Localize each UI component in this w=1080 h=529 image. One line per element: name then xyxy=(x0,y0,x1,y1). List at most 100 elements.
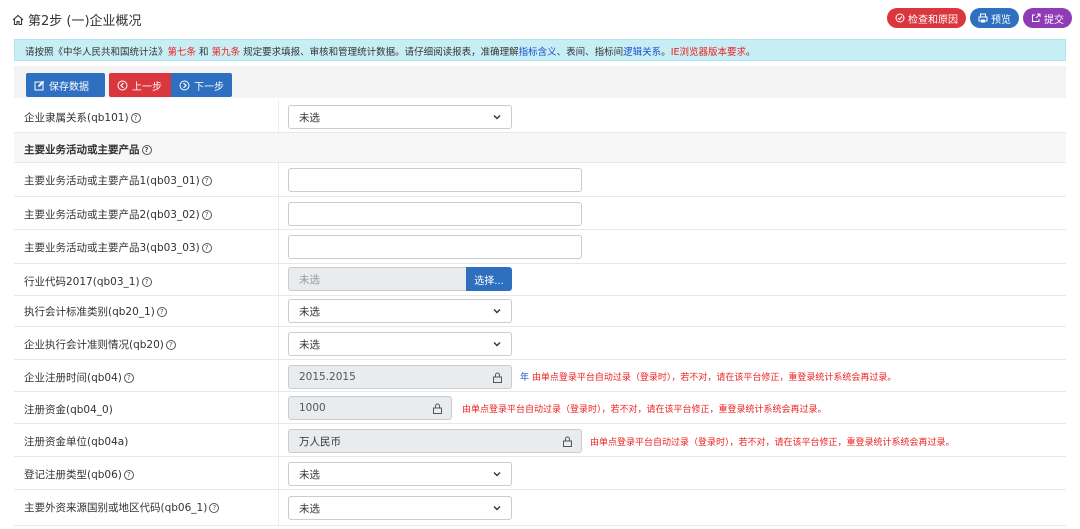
lock-icon xyxy=(493,372,502,383)
label-qb03_01-text: 主要业务活动或主要产品1(qb03_01) xyxy=(24,175,200,187)
prev-step-button[interactable]: 上一步 xyxy=(109,73,171,97)
auto-import-hint-text: 由单点登录平台自动过录（登录时），若不对，请在该平台修正，重登录统计系统会再过录… xyxy=(531,373,897,383)
label-qb03_02-text: 主要业务活动或主要产品2(qb03_02) xyxy=(24,209,200,221)
row-qb04: 企业注册时间(qb04)? 2015.2015 年 由单点登录平台自动过录（登录… xyxy=(14,360,1066,392)
select-qb20[interactable]: 未选 xyxy=(288,332,512,356)
row-qb101: 企业隶属关系(qb101)? 未选 xyxy=(14,100,1066,133)
label-qb20_1: 执行会计标准类别(qb20_1)? xyxy=(24,304,167,319)
row-qb03_1: 行业代码2017(qb03_1)? 未选 选择... xyxy=(14,264,1066,296)
form-toolbar: 保存数据 上一步 下一步 xyxy=(14,66,1066,98)
help-icon[interactable]: ? xyxy=(141,277,152,287)
year-unit: 年 xyxy=(520,373,530,383)
help-icon[interactable]: ? xyxy=(123,470,134,480)
lock-icon xyxy=(563,436,572,447)
section-heading-text: 主要业务活动或主要产品 xyxy=(24,144,140,156)
row-qb06: 登记注册类型(qb06)? 未选 xyxy=(14,457,1066,490)
help-icon[interactable]: ? xyxy=(141,145,152,155)
law-article-9-link[interactable]: 第九条 xyxy=(212,47,241,58)
next-step-label: 下一步 xyxy=(194,81,224,93)
label-qb04a: 注册资金单位(qb04a) xyxy=(24,434,128,449)
check-reasons-button[interactable]: 检查和原因 xyxy=(887,8,966,28)
label-qb101-text: 企业隶属关系(qb101) xyxy=(24,112,129,124)
edit-icon xyxy=(34,80,45,90)
law-article-7-link[interactable]: 第七条 xyxy=(168,47,197,58)
notice-banner: 请按照《中华人民共和国统计法》第七条 和 第九条 规定要求填报、审核和管理统计数… xyxy=(14,39,1066,61)
label-qb03_1: 行业代码2017(qb03_1)? xyxy=(24,274,152,289)
industry-code-field: 未选 xyxy=(288,267,468,291)
registration-time-value: 2015.2015 xyxy=(299,371,356,383)
input-qb03_02[interactable] xyxy=(288,202,582,226)
chevron-down-icon xyxy=(493,309,501,314)
help-icon[interactable]: ? xyxy=(209,503,220,513)
label-qb04-text: 企业注册时间(qb04) xyxy=(24,372,122,384)
logic-relation-link[interactable]: 逻辑关系 xyxy=(623,47,661,58)
registered-capital-field: 1000 xyxy=(288,396,452,420)
label-qb03_01: 主要业务活动或主要产品1(qb03_01)? xyxy=(24,173,212,188)
choose-industry-button[interactable]: 选择... xyxy=(466,267,512,291)
save-data-label: 保存数据 xyxy=(49,81,89,93)
input-qb03_03[interactable] xyxy=(288,235,582,259)
choose-industry-label: 选择... xyxy=(474,275,504,287)
label-qb03_03: 主要业务活动或主要产品3(qb03_03)? xyxy=(24,240,212,255)
select-qb06_1-value: 未选 xyxy=(299,502,320,515)
section-heading: 主要业务活动或主要产品? xyxy=(24,142,152,157)
help-icon[interactable]: ? xyxy=(130,113,141,123)
arrow-left-circle-icon xyxy=(117,80,128,90)
indicator-meaning-link[interactable]: 指标含义 xyxy=(519,47,557,58)
label-qb03_1-text: 行业代码2017(qb03_1) xyxy=(24,276,140,288)
help-icon[interactable]: ? xyxy=(156,307,167,317)
select-qb06_1[interactable]: 未选 xyxy=(288,496,512,520)
page-title-wrap: 第2步 (一)企业概况 xyxy=(12,10,142,29)
row-qb20_1: 执行会计标准类别(qb20_1)? 未选 xyxy=(14,296,1066,327)
submit-button[interactable]: 提交 xyxy=(1023,8,1072,28)
registered-capital-value: 1000 xyxy=(299,402,326,414)
label-qb04a-text: 注册资金单位(qb04a) xyxy=(24,436,129,448)
help-icon[interactable]: ? xyxy=(123,373,134,383)
label-qb06: 登记注册类型(qb06)? xyxy=(24,467,134,482)
select-qb06[interactable]: 未选 xyxy=(288,462,512,486)
help-icon[interactable]: ? xyxy=(165,340,176,350)
help-icon[interactable]: ? xyxy=(201,243,212,253)
select-qb20_1[interactable]: 未选 xyxy=(288,299,512,323)
auto-import-hint-text: 由单点登录平台自动过录（登录时），若不对，请在该平台修正，重登录统计系统会再过录… xyxy=(590,438,955,448)
arrow-right-circle-icon xyxy=(179,80,190,90)
row-qb04_0: 注册资金(qb04_0) 1000 由单点登录平台自动过录（登录时），若不对，请… xyxy=(14,392,1066,424)
help-icon[interactable]: ? xyxy=(201,176,212,186)
input-qb03_01[interactable] xyxy=(288,168,582,192)
chevron-down-icon xyxy=(493,115,501,120)
help-icon[interactable]: ? xyxy=(201,210,212,220)
label-qb03_03-text: 主要业务活动或主要产品3(qb03_03) xyxy=(24,242,200,254)
select-qb101[interactable]: 未选 xyxy=(288,105,512,129)
label-qb20: 企业执行会计准则情况(qb20)? xyxy=(24,337,176,352)
label-qb06_1: 主要外资来源国别或地区代码(qb06_1)? xyxy=(24,500,220,515)
label-qb06-text: 登记注册类型(qb06) xyxy=(24,469,122,481)
row-qb03_02: 主要业务活动或主要产品2(qb03_02)? xyxy=(14,197,1066,230)
label-qb06_1-text: 主要外资来源国别或地区代码(qb06_1) xyxy=(24,502,208,514)
notice-text-1: 请按照《中华人民共和国统计法》 xyxy=(25,47,168,58)
label-qb04_0-text: 注册资金(qb04_0) xyxy=(24,404,113,416)
next-step-button[interactable]: 下一步 xyxy=(171,73,232,97)
row-qb03_03: 主要业务活动或主要产品3(qb03_03)? xyxy=(14,230,1066,264)
label-qb04_0: 注册资金(qb04_0) xyxy=(24,402,113,417)
registration-time-field: 2015.2015 xyxy=(288,365,512,389)
row-qb20: 企业执行会计准则情况(qb20)? 未选 xyxy=(14,327,1066,360)
industry-code-value: 未选 xyxy=(299,273,320,286)
check-reasons-label: 检查和原因 xyxy=(908,14,958,26)
row-section-main-business: 主要业务活动或主要产品? xyxy=(14,133,1066,163)
notice-text-3: 规定要求填报、审核和管理统计数据。请仔细阅读报表，准确理解 xyxy=(240,47,519,58)
ie-version-link[interactable]: IE浏览器版本要求 xyxy=(671,47,746,58)
check-circle-icon xyxy=(895,13,905,23)
notice-text-2: 和 xyxy=(196,47,212,58)
prev-step-label: 上一步 xyxy=(132,81,162,93)
notice-text-5: 。 xyxy=(661,47,671,58)
home-icon[interactable] xyxy=(12,14,24,26)
capital-unit-value: 万人民币 xyxy=(299,435,341,448)
chevron-down-icon xyxy=(493,342,501,347)
save-data-button[interactable]: 保存数据 xyxy=(26,73,105,97)
row-qb03_01: 主要业务活动或主要产品1(qb03_01)? xyxy=(14,163,1066,197)
auto-import-hint: 由单点登录平台自动过录（登录时），若不对，请在该平台修正，重登录统计系统会再过录… xyxy=(462,402,827,415)
header-actions: 检查和原因 预览 提交 xyxy=(887,8,1072,28)
preview-button[interactable]: 预览 xyxy=(970,8,1019,28)
auto-import-hint-text: 由单点登录平台自动过录（登录时），若不对，请在该平台修正，重登录统计系统会再过录… xyxy=(462,405,827,415)
chevron-down-icon xyxy=(493,472,501,477)
